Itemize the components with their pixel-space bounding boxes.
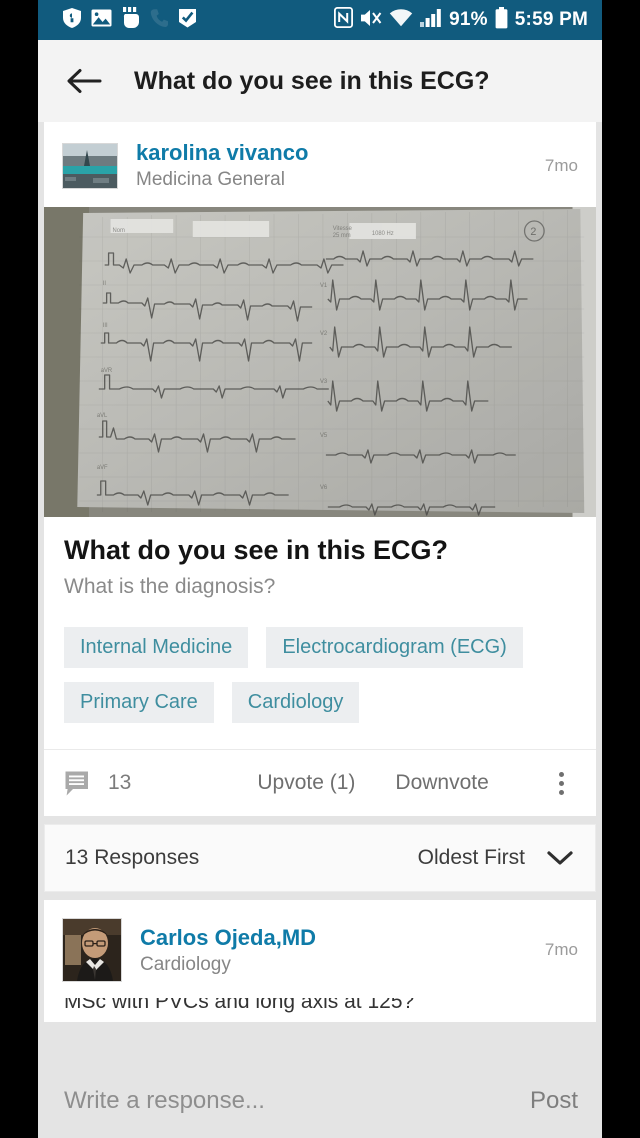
- sort-dropdown-label: Oldest First: [417, 846, 525, 870]
- nfc-icon: [334, 6, 354, 33]
- battery-percent-label: 91%: [449, 9, 488, 30]
- post-card: karolina vivanco Medicina General 7mo No…: [44, 122, 596, 817]
- downvote-button[interactable]: Downvote: [395, 771, 488, 795]
- response-author-meta: Carlos Ojeda,MD Cardiology: [140, 925, 316, 976]
- response-input[interactable]: [62, 1086, 510, 1116]
- clock-label: 5:59 PM: [514, 9, 588, 30]
- response-body-text: MSc with PVCs and long axis at 125?: [64, 998, 415, 1014]
- overflow-menu-icon[interactable]: [548, 766, 574, 800]
- comment-button[interactable]: 13: [64, 770, 131, 797]
- status-bar: 91% 5:59 PM: [38, 0, 602, 40]
- comment-icon: [65, 771, 88, 796]
- back-button[interactable]: [56, 53, 112, 109]
- wifi-icon: [389, 8, 413, 32]
- gesture-hand-icon: [121, 7, 141, 33]
- sort-dropdown[interactable]: Oldest First: [418, 846, 573, 870]
- post-body: What do you see in this ECG? What is the…: [44, 517, 596, 605]
- app-bar: What do you see in this ECG?: [38, 40, 602, 122]
- dot: [558, 789, 564, 795]
- tag-chip[interactable]: Primary Care: [64, 682, 214, 724]
- landscape-photo-avatar: [63, 143, 117, 188]
- response-timestamp: 7mo: [544, 940, 578, 960]
- avatar[interactable]: [62, 142, 118, 189]
- response-card: Carlos Ojeda,MD Cardiology 7mo MSc with …: [44, 900, 596, 1023]
- post-author-meta: karolina vivanco Medicina General: [136, 140, 308, 191]
- responses-header: 13 Responses Oldest First: [44, 824, 596, 893]
- responses-count-label: 13 Responses: [65, 846, 200, 870]
- tag-chip[interactable]: Electrocardiogram (ECG): [266, 627, 523, 669]
- status-bar-left-icons: [62, 7, 197, 34]
- tag-chip[interactable]: Cardiology: [231, 682, 360, 724]
- signal-bars-icon: [420, 8, 442, 32]
- post-action-bar: 13 Upvote (1) Downvote: [44, 749, 596, 816]
- response-author-name[interactable]: Carlos Ojeda,MD: [140, 925, 316, 951]
- response-author-row[interactable]: Carlos Ojeda,MD Cardiology 7mo: [44, 900, 596, 998]
- status-bar-right-icons: 91% 5:59 PM: [334, 6, 588, 34]
- dot: [558, 771, 564, 777]
- shield-icon: [62, 7, 82, 34]
- dot: [558, 780, 564, 786]
- response-author-specialty: Cardiology: [140, 953, 231, 975]
- man-in-suit-avatar: [63, 919, 121, 982]
- post-timestamp: 7mo: [544, 155, 578, 175]
- check-note-icon: [178, 8, 197, 33]
- page-title: What do you see in this ECG?: [134, 66, 490, 95]
- battery-icon: [495, 6, 508, 34]
- post-author-row[interactable]: karolina vivanco Medicina General 7mo: [44, 122, 596, 207]
- scroll-content[interactable]: karolina vivanco Medicina General 7mo No…: [38, 122, 602, 1138]
- volume-mute-icon: [360, 8, 382, 33]
- post-subtitle: What is the diagnosis?: [64, 575, 276, 599]
- upvote-button[interactable]: Upvote (1): [257, 771, 355, 795]
- post-author-specialty: Medicina General: [136, 169, 285, 190]
- chevron-down-icon: [547, 851, 573, 865]
- ecg-printout-photo[interactable]: Nom Vitesse 25 mm 1080 Hz 2 IIIIIaVR aVL…: [44, 207, 596, 517]
- back-arrow-icon: [67, 69, 102, 93]
- tag-chip[interactable]: Internal Medicine: [64, 627, 249, 669]
- tag-list: Internal Medicine Electrocardiogram (ECG…: [44, 605, 596, 749]
- phone-icon: [150, 8, 169, 33]
- post-title: What do you see in this ECG?: [64, 535, 449, 565]
- comment-count: 13: [108, 771, 132, 795]
- post-author-name[interactable]: karolina vivanco: [136, 140, 308, 166]
- response-body-clipped: MSc with PVCs and long axis at 125?: [44, 998, 596, 1022]
- photo-icon: [91, 9, 112, 32]
- response-composer: Post: [38, 1064, 602, 1138]
- post-button[interactable]: Post: [530, 1087, 578, 1115]
- phone-screen: 91% 5:59 PM What do you see in this ECG?: [38, 0, 602, 1138]
- avatar[interactable]: [62, 918, 122, 983]
